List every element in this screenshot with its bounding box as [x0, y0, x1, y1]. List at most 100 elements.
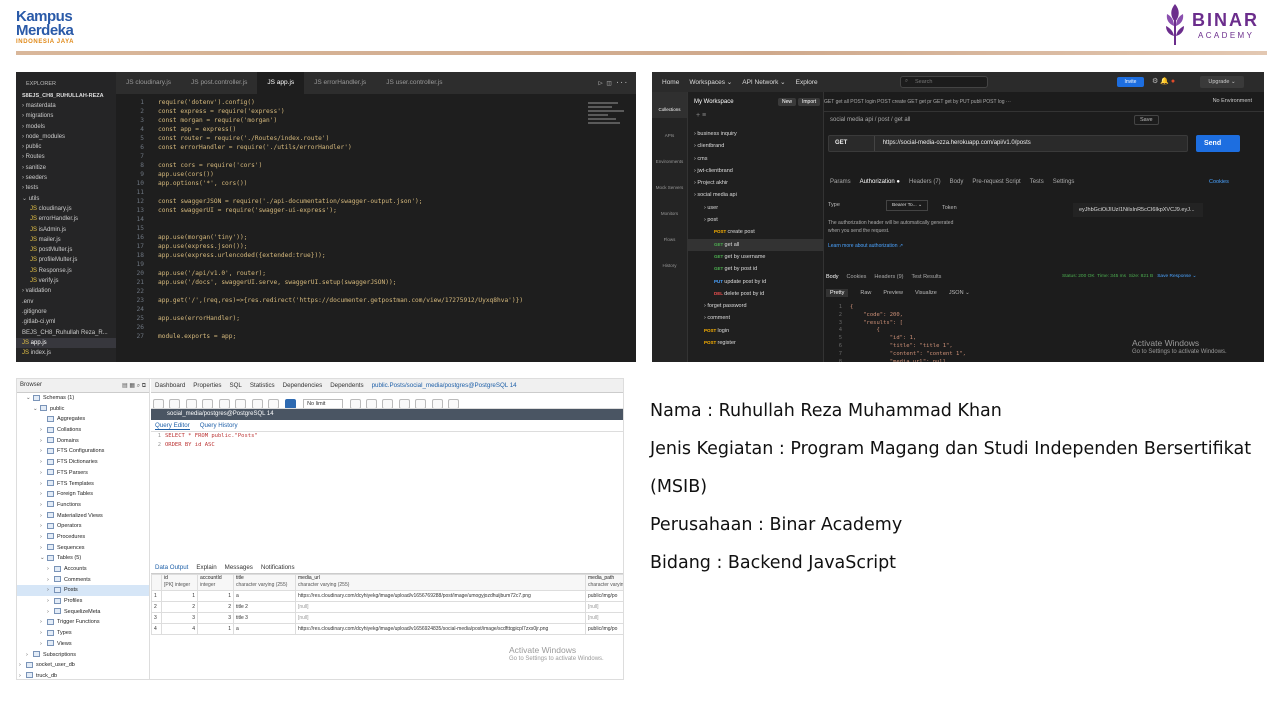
explorer-item[interactable]: › tests	[16, 183, 116, 193]
explorer-item[interactable]: .gitignore	[16, 307, 116, 317]
table-cell[interactable]: public/img/po	[585, 623, 623, 635]
explorer-item[interactable]: .env	[16, 297, 116, 307]
editor-tab[interactable]: JS user.controller.js	[376, 72, 452, 94]
chevron-icon[interactable]: ›	[40, 628, 47, 639]
chevron-icon[interactable]: ›	[40, 457, 47, 468]
browser-node[interactable]: › FTS Configurations	[17, 446, 149, 457]
browser-node[interactable]: › Views	[17, 639, 149, 650]
explorer-item[interactable]: JS app.js	[16, 337, 116, 349]
rail-item-apis[interactable]: APIs	[652, 118, 687, 144]
rail-item-history[interactable]: History	[652, 248, 687, 274]
code-editor[interactable]: 1 require('dotenv').config() 2 const expres…	[116, 98, 566, 362]
chevron-icon[interactable]: ›	[40, 639, 47, 650]
search-icon[interactable]	[202, 398, 214, 408]
request-option-tab[interactable]: Pre-request Script	[972, 179, 1020, 185]
collection-item[interactable]: DEL delete post by id	[688, 288, 823, 300]
new-button[interactable]: New	[778, 98, 797, 106]
table-cell[interactable]: https://res.cloudinary.com/dcyhiyekg/ima…	[295, 623, 586, 635]
pgadmin-tab[interactable]: SQL	[229, 382, 241, 389]
macros-icon[interactable]	[431, 398, 443, 408]
top-nav-item[interactable]: API Network ⌄	[742, 78, 785, 86]
table-cell[interactable]: https://res.cloudinary.com/dcyhiyekg/ima…	[295, 590, 586, 602]
output-tab[interactable]: Explain	[196, 564, 216, 571]
response-tab[interactable]: Headers (9)	[874, 274, 903, 280]
explorer-item[interactable]: › masterdata	[16, 101, 116, 111]
method-select[interactable]: GET	[829, 136, 875, 151]
request-tabs[interactable]: GET get all POST login POST create GET g…	[824, 92, 1264, 112]
row-limit-select[interactable]: No limit	[303, 398, 344, 408]
top-nav-item[interactable]: Home	[662, 79, 679, 86]
save-button[interactable]: Save	[1134, 115, 1159, 125]
browser-node[interactable]: › Posts	[17, 585, 149, 597]
execute-icon[interactable]	[365, 398, 377, 408]
output-tab[interactable]: Messages	[225, 564, 253, 571]
explorer-item[interactable]: › Routes	[16, 152, 116, 162]
browser-node[interactable]: › Operators	[17, 521, 149, 532]
chevron-icon[interactable]: ⌄	[40, 553, 47, 564]
table-row[interactable]: 2 2 2 title 2 [null] [null]	[151, 601, 623, 613]
postman-search[interactable]: ⌕ Search	[900, 76, 988, 88]
explorer-item[interactable]: › validation	[16, 286, 116, 296]
table-cell[interactable]: [null]	[295, 601, 586, 613]
browser-node[interactable]: › Trigger Functions	[17, 617, 149, 628]
collection-item[interactable]: › post	[688, 214, 823, 226]
table-cell[interactable]: title 3	[233, 612, 296, 624]
browser-toolbar-icons[interactable]: ▤ ▦ ⌕ ⧉	[122, 382, 146, 390]
cookies-link[interactable]: Cookies	[1209, 179, 1229, 185]
collection-item[interactable]: POST create post	[688, 226, 823, 238]
explorer-item[interactable]: JS mailer.js	[16, 235, 116, 245]
chevron-icon[interactable]: ›	[40, 543, 47, 554]
collection-item[interactable]: › comment	[688, 312, 823, 324]
browser-node[interactable]: › Subscriptions	[17, 650, 149, 661]
explorer-item[interactable]: › seeders	[16, 173, 116, 183]
copy-icon[interactable]	[218, 398, 230, 408]
rail-item-mock-servers[interactable]: Mock Servers	[652, 170, 687, 196]
table-cell[interactable]: public/img/po	[585, 590, 623, 602]
table-row[interactable]: 4 4 1 a https://res.cloudinary.com/dcyhiyekg…	[151, 623, 623, 635]
explorer-item[interactable]: JS verify.js	[16, 276, 116, 286]
url-bar[interactable]: GET https://social-media-ozza.herokuapp.…	[828, 135, 1188, 152]
table-cell[interactable]: [null]	[585, 601, 623, 613]
explorer-item[interactable]: › sanitize	[16, 163, 116, 173]
explorer-item[interactable]: › public	[16, 142, 116, 152]
table-cell[interactable]: 3	[161, 612, 198, 624]
explorer-item[interactable]: JS profileMulter.js	[16, 255, 116, 265]
chevron-icon[interactable]: ›	[47, 564, 54, 575]
token-input[interactable]: eyJhbGciOiJIUzI1NiIsInR5cCI6IkpXVCJ9.eyJ…	[1073, 203, 1203, 217]
commit-icon[interactable]	[398, 398, 410, 408]
column-header[interactable]: id [PK] integer	[161, 574, 198, 591]
top-nav-item[interactable]: Explore	[796, 79, 818, 86]
rail-item-flows[interactable]: Flows	[652, 222, 687, 248]
browser-node[interactable]: › Types	[17, 628, 149, 639]
upgrade-button[interactable]: Upgrade ⌄	[1200, 76, 1244, 88]
explorer-item[interactable]: › migrations	[16, 111, 116, 121]
explorer-item[interactable]: › node_modules	[16, 132, 116, 142]
stop-icon[interactable]	[349, 398, 361, 408]
chevron-icon[interactable]: ›	[40, 521, 47, 532]
edit-icon[interactable]	[185, 398, 197, 408]
browser-node[interactable]: › FTS Dictionaries	[17, 457, 149, 468]
chevron-icon[interactable]: ›	[47, 596, 54, 607]
explorer-item[interactable]: JS cloudinary.js	[16, 204, 116, 214]
chevron-icon[interactable]: ⌄	[26, 393, 33, 404]
collection-item[interactable]: › jwt-clientbrand	[688, 165, 823, 177]
request-option-tab[interactable]: Tests	[1030, 179, 1044, 185]
browser-node[interactable]: › socket_user_db	[17, 660, 149, 671]
response-view-tab[interactable]: Preview	[883, 290, 903, 296]
rail-item-monitors[interactable]: Monitors	[652, 196, 687, 222]
collection-item[interactable]: PUT update post by id	[688, 276, 823, 288]
chevron-icon[interactable]: ›	[40, 479, 47, 490]
chevron-icon[interactable]: ›	[40, 489, 47, 500]
table-cell[interactable]: [null]	[295, 612, 586, 624]
table-cell[interactable]: 2	[161, 601, 198, 613]
table-cell[interactable]: 1	[197, 590, 234, 602]
explorer-item[interactable]: JS Response.js	[16, 266, 116, 276]
explorer-item[interactable]: ⌄ utils	[16, 194, 116, 204]
table-cell[interactable]: 1	[197, 623, 234, 635]
minimap[interactable]	[588, 100, 628, 140]
collection-item[interactable]: › social media api	[688, 189, 823, 201]
pgadmin-tab[interactable]: Dashboard	[155, 382, 185, 389]
collection-item[interactable]: GET get by username	[688, 251, 823, 263]
browser-node[interactable]: › SequelizeMeta	[17, 607, 149, 618]
chevron-icon[interactable]: ⌄	[33, 404, 40, 415]
